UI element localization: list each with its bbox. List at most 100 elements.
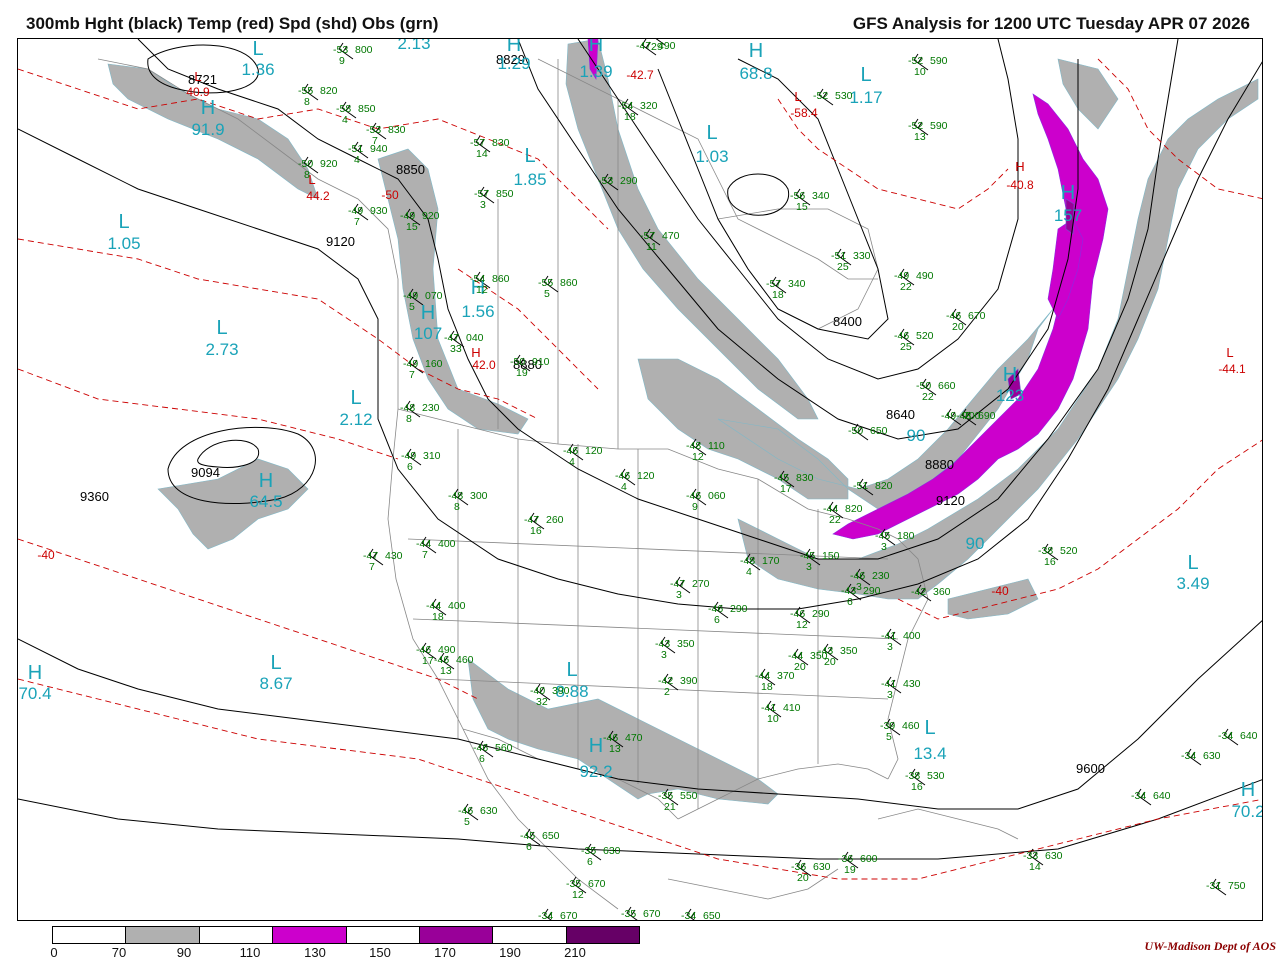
- station-dewpoint-depression: 9: [692, 501, 698, 513]
- temp-center: -40: [37, 548, 55, 562]
- station-height: 520: [1060, 545, 1078, 557]
- station-height: 650: [703, 910, 721, 921]
- temp-center: H -40.8: [1006, 159, 1034, 192]
- station-height: 530: [835, 90, 853, 102]
- station-dewpoint-depression: 8: [304, 96, 310, 108]
- station-dewpoint-depression: 32: [536, 696, 548, 708]
- colorbar-segment: [419, 927, 494, 943]
- svg-text:L: L: [270, 652, 281, 674]
- station-temp: -50: [848, 425, 863, 437]
- svg-text:H: H: [1015, 159, 1024, 174]
- station-plot: -46 6305: [458, 805, 498, 828]
- colorbar-segment: [566, 927, 639, 943]
- yucatan-coast: [667, 868, 839, 900]
- svg-text:-40: -40: [991, 584, 1009, 598]
- jet-shade-ne-arc: [737, 78, 1259, 600]
- svg-text:L: L: [118, 211, 129, 233]
- station-plot: -46 46013: [434, 654, 474, 677]
- station-height: 180: [897, 530, 915, 542]
- station-plot: -57 83014: [470, 137, 510, 160]
- svg-text:1.36: 1.36: [241, 60, 274, 79]
- station-height: 650: [870, 425, 888, 437]
- station-height: 170: [762, 555, 780, 567]
- svg-text:90: 90: [907, 426, 926, 445]
- station-height: 630: [1203, 750, 1221, 762]
- station-height: 830: [796, 472, 814, 484]
- station-dewpoint-depression: 25: [837, 261, 849, 273]
- station-plot: -44 40018: [426, 600, 466, 623]
- station-dewpoint-depression: 3: [887, 641, 893, 653]
- colorbar-tick-label: 210: [564, 945, 586, 960]
- colorbar-segment: [346, 927, 420, 943]
- station-plot: -40 39032: [530, 685, 570, 708]
- svg-text:H: H: [1241, 779, 1255, 801]
- station-plot: -48 2308: [400, 402, 440, 425]
- station-temp: -34: [1218, 730, 1233, 742]
- svg-text:H: H: [28, 662, 42, 684]
- station-height: 340: [812, 190, 830, 202]
- svg-text:92.2: 92.2: [579, 762, 612, 781]
- station-height: 940: [370, 143, 388, 155]
- station-height: 400: [448, 600, 466, 612]
- height-label: 9120: [936, 493, 965, 508]
- station-temp: -34: [538, 910, 553, 921]
- colorbar-segment: [126, 927, 200, 943]
- station-height: 670: [968, 310, 986, 322]
- station-dewpoint-depression: 16: [1044, 556, 1056, 568]
- station-height: 820: [845, 503, 863, 515]
- station-dewpoint-depression: 20: [797, 872, 809, 884]
- station-dewpoint-depression: 18: [772, 289, 784, 301]
- svg-text:1.29: 1.29: [497, 54, 530, 73]
- station-dewpoint-depression: 6: [407, 461, 413, 473]
- station-height: 040: [466, 332, 484, 344]
- station-dewpoint-depression: 16: [911, 781, 923, 793]
- speed-center: L1.36: [241, 39, 274, 79]
- station-dewpoint-depression: 22: [922, 391, 934, 403]
- speed-center: 90: [966, 534, 985, 553]
- svg-text:L: L: [216, 317, 227, 339]
- station-temp: -34: [681, 910, 696, 921]
- station-plot: -58 8504: [336, 103, 376, 126]
- station-dewpoint-depression: 22: [829, 514, 841, 526]
- colorbar-segment: [273, 927, 347, 943]
- station-plot: -48 3008: [448, 490, 488, 513]
- station-height: 260: [546, 514, 564, 526]
- station-plot: -50 66022: [916, 380, 956, 403]
- svg-text:-50: -50: [381, 188, 399, 202]
- station-plot: -50 9208: [298, 158, 338, 181]
- states-grid-8: [407, 538, 889, 560]
- station-plot: -51 33025: [831, 250, 871, 273]
- svg-text:H: H: [1003, 364, 1017, 386]
- station-dewpoint-depression: 12: [692, 451, 704, 463]
- station-height: 820: [320, 85, 338, 97]
- station-plot: -54 86012: [470, 273, 510, 296]
- station-plot: -41 4303: [881, 678, 921, 701]
- speed-center: 90: [907, 426, 926, 445]
- station-dewpoint-depression: 15: [796, 201, 808, 213]
- station-dewpoint-depression: 19: [844, 864, 856, 876]
- station-height: 290: [812, 608, 830, 620]
- svg-text:2.12: 2.12: [339, 410, 372, 429]
- station-dewpoint-depression: 3: [480, 199, 486, 211]
- station-height: 590: [930, 55, 948, 67]
- svg-text:1.85: 1.85: [513, 170, 546, 189]
- colorbar-segment: [53, 927, 127, 943]
- station-dewpoint-depression: 2: [664, 686, 670, 698]
- station-dewpoint-depression: 5: [409, 301, 415, 313]
- height-label: 8880: [925, 457, 954, 472]
- station-dewpoint-depression: 10: [914, 66, 926, 78]
- station-height: 350: [677, 638, 695, 650]
- station-plot: -47 2703: [670, 578, 710, 601]
- station-dewpoint-depression: 14: [1029, 861, 1041, 873]
- station-height: 850: [496, 188, 514, 200]
- station-height: 290: [863, 585, 881, 597]
- station-plot: -45 6506: [520, 830, 560, 853]
- svg-text:-58.4: -58.4: [790, 106, 818, 120]
- station-dewpoint-depression: 3: [856, 581, 862, 593]
- svg-text:3.49: 3.49: [1176, 574, 1209, 593]
- svg-text:-40.8: -40.8: [1006, 178, 1034, 192]
- speed-center: H70.4: [18, 662, 51, 703]
- station-dewpoint-depression: 7: [422, 549, 428, 561]
- station-temp: -52: [813, 90, 828, 102]
- svg-text:L: L: [860, 64, 871, 86]
